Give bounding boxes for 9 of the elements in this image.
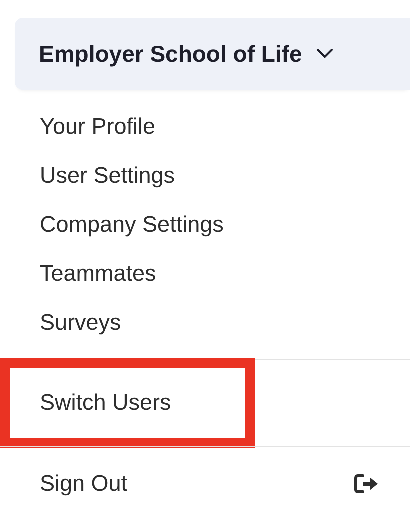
account-button[interactable]: Employer School of Life <box>15 18 410 90</box>
menu-item[interactable]: Switch Users <box>0 358 255 448</box>
menu-item[interactable]: Sign Out <box>0 459 410 508</box>
menu-item[interactable]: Surveys <box>0 298 410 347</box>
sign-out-icon <box>354 474 380 494</box>
menu-item[interactable]: Company Settings <box>0 200 410 249</box>
menu-item[interactable]: Teammates <box>0 249 410 298</box>
menu-item[interactable]: Your Profile <box>0 102 410 151</box>
menu-item[interactable]: User Settings <box>0 151 410 200</box>
